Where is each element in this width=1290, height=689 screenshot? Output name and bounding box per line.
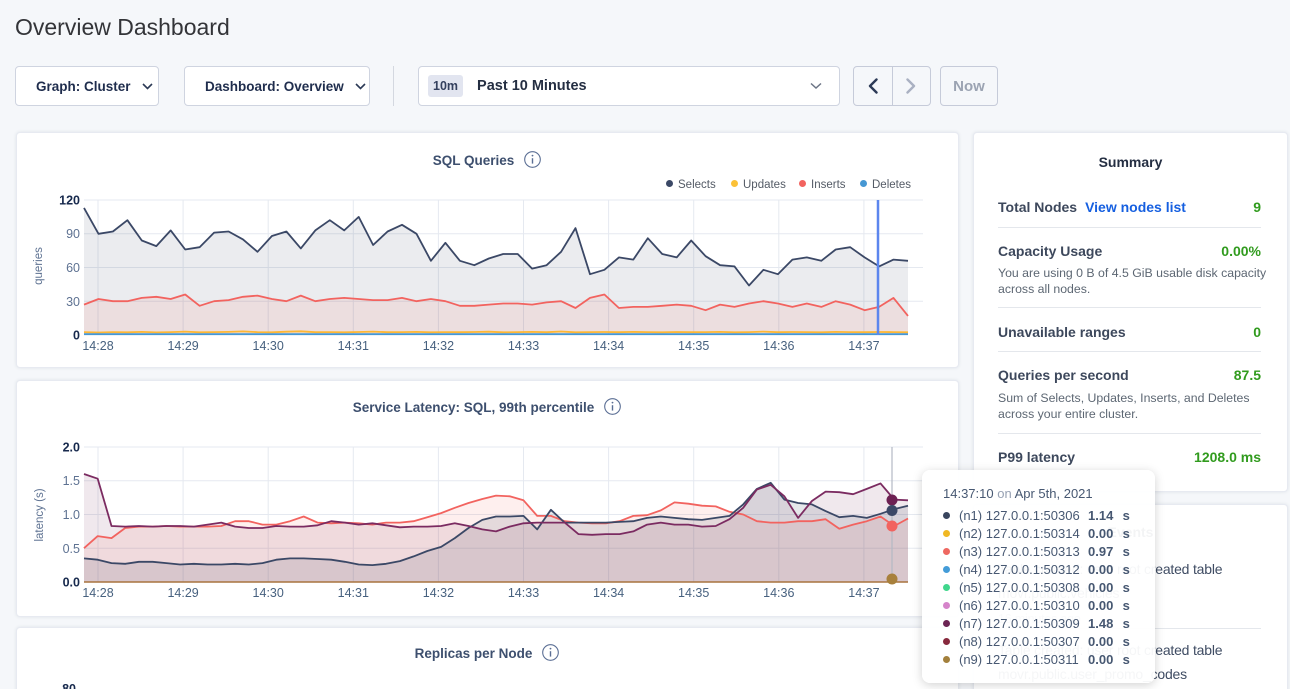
svg-text:14:32: 14:32	[423, 339, 454, 353]
svg-text:14:36: 14:36	[763, 339, 794, 353]
svg-text:14:29: 14:29	[167, 586, 198, 600]
svg-text:14:33: 14:33	[508, 586, 539, 600]
svg-text:14:35: 14:35	[678, 586, 709, 600]
svg-text:14:36: 14:36	[763, 586, 794, 600]
svg-text:14:28: 14:28	[82, 586, 113, 600]
svg-text:120: 120	[59, 194, 80, 208]
svg-text:queries: queries	[33, 247, 45, 285]
svg-text:14:31: 14:31	[338, 586, 369, 600]
svg-text:14:28: 14:28	[82, 339, 113, 353]
svg-text:14:34: 14:34	[593, 339, 624, 353]
svg-text:14:34: 14:34	[593, 586, 624, 600]
svg-text:14:37: 14:37	[848, 339, 879, 353]
svg-text:90: 90	[66, 227, 80, 241]
svg-text:2.0: 2.0	[63, 441, 80, 455]
svg-text:14:35: 14:35	[678, 339, 709, 353]
svg-text:30: 30	[66, 295, 80, 309]
svg-text:1.5: 1.5	[63, 474, 80, 488]
svg-text:14:30: 14:30	[253, 339, 284, 353]
svg-text:0.0: 0.0	[63, 576, 80, 590]
svg-text:14:33: 14:33	[508, 339, 539, 353]
svg-text:14:29: 14:29	[167, 339, 198, 353]
svg-text:0: 0	[73, 329, 80, 343]
svg-text:14:30: 14:30	[253, 586, 284, 600]
svg-text:14:32: 14:32	[423, 586, 454, 600]
svg-text:0.5: 0.5	[63, 542, 80, 556]
svg-text:14:31: 14:31	[338, 339, 369, 353]
svg-text:1.0: 1.0	[63, 508, 80, 522]
svg-text:14:37: 14:37	[848, 586, 879, 600]
svg-text:latency (s): latency (s)	[34, 488, 46, 541]
svg-text:60: 60	[66, 261, 80, 275]
